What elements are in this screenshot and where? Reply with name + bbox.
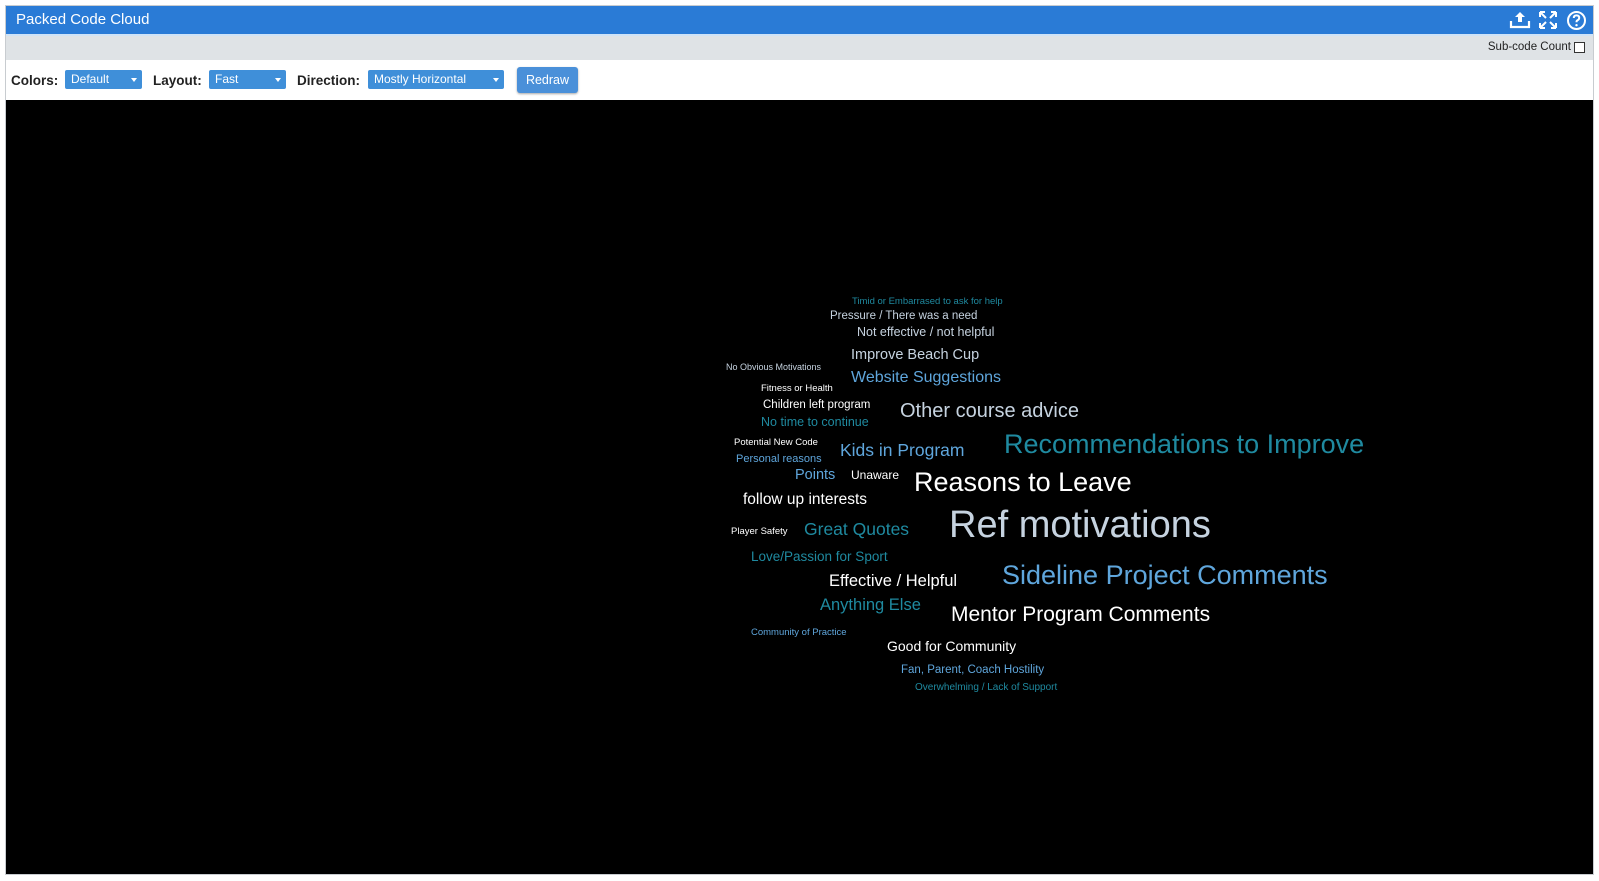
cloud-word[interactable]: Anything Else [820, 596, 921, 614]
colors-select[interactable]: Default [65, 70, 142, 89]
cloud-word[interactable]: Reasons to Leave [914, 467, 1132, 497]
cloud-word[interactable]: Love/Passion for Sport [751, 549, 888, 564]
cloud-word[interactable]: Recommendations to Improve [1004, 429, 1364, 459]
layout-select-value: Fast [215, 72, 239, 86]
title-bar-icons [1509, 9, 1587, 31]
fullscreen-icon[interactable] [1537, 9, 1559, 31]
cloud-word[interactable]: Fan, Parent, Coach Hostility [901, 664, 1044, 676]
cloud-word[interactable]: No Obvious Motivations [726, 362, 822, 372]
direction-label: Direction: [297, 73, 361, 88]
cloud-word[interactable]: Timid or Embarrased to ask for help [852, 296, 1003, 307]
cloud-word[interactable]: Community of Practice [751, 627, 847, 638]
cloud-word[interactable]: Effective / Helpful [829, 572, 957, 590]
cloud-word[interactable]: Points [795, 467, 835, 483]
cloud-word[interactable]: Great Quotes [804, 519, 909, 539]
cloud-word[interactable]: Player Safety [731, 526, 788, 537]
colors-label: Colors: [11, 73, 59, 88]
cloud-word[interactable]: Not effective / not helpful [857, 325, 994, 339]
chevron-down-icon [493, 78, 499, 82]
packed-code-cloud-window: Packed Code Cloud Sub-code Count Colors:… [5, 5, 1594, 875]
help-icon[interactable] [1565, 9, 1587, 31]
cloud-word[interactable]: Unaware [851, 468, 899, 482]
toolbar: Colors: Default Layout: Fast Direction: … [6, 60, 1593, 100]
direction-select-value: Mostly Horizontal [374, 72, 467, 86]
window-title: Packed Code Cloud [16, 11, 150, 28]
word-cloud: Timid or Embarrased to ask for help Press… [726, 296, 1364, 693]
subcode-count-label: Sub-code Count [1487, 41, 1571, 53]
export-icon[interactable] [1509, 9, 1531, 31]
cloud-word[interactable]: Sideline Project Comments [1002, 560, 1328, 590]
subcode-count-checkbox[interactable] [1574, 41, 1585, 53]
chevron-down-icon [131, 78, 137, 82]
cloud-word[interactable]: Overwhelming / Lack of Support [915, 682, 1058, 693]
cloud-word[interactable]: Other course advice [900, 400, 1079, 422]
colors-select-value: Default [71, 72, 110, 86]
cloud-word[interactable]: Mentor Program Comments [951, 603, 1210, 626]
cloud-word[interactable]: Improve Beach Cup [851, 347, 979, 363]
title-bar: Packed Code Cloud [6, 6, 1593, 36]
subcode-count-toggle[interactable]: Sub-code Count [1488, 41, 1585, 53]
cloud-word[interactable]: Personal reasons [736, 453, 822, 465]
layout-label: Layout: [153, 73, 202, 88]
cloud-word[interactable]: Pressure / There was a need [830, 310, 977, 322]
layout-select[interactable]: Fast [209, 70, 286, 89]
cloud-word[interactable]: Fitness or Health [761, 383, 833, 394]
cloud-word[interactable]: Kids in Program [840, 440, 965, 460]
options-bar: Sub-code Count [6, 36, 1593, 60]
redraw-button[interactable]: Redraw [517, 67, 578, 93]
cloud-word[interactable]: Children left program [763, 399, 870, 411]
word-cloud-canvas: Timid or Embarrased to ask for help Press… [6, 100, 1593, 874]
cloud-word[interactable]: Website Suggestions [851, 369, 1001, 386]
cloud-word[interactable]: No time to continue [761, 415, 869, 429]
cloud-word[interactable]: Ref motivations [949, 504, 1211, 546]
cloud-word[interactable]: follow up interests [743, 491, 867, 508]
cloud-word[interactable]: Potential New Code [734, 437, 818, 448]
cloud-word[interactable]: Good for Community [887, 638, 1016, 654]
direction-select[interactable]: Mostly Horizontal [368, 70, 504, 89]
chevron-down-icon [275, 78, 281, 82]
